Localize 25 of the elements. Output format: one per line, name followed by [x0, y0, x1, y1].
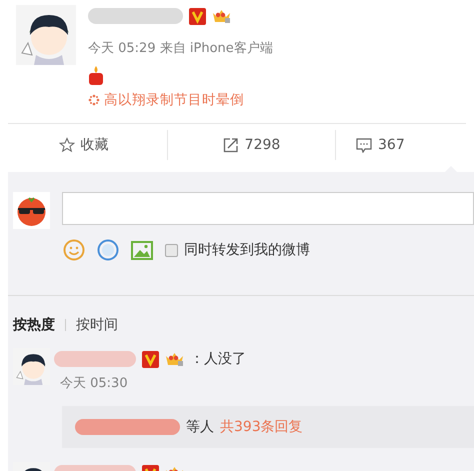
- star-icon: [58, 137, 74, 153]
- cartoon-avatar: [16, 5, 76, 65]
- verified-badge-icon: [189, 8, 206, 24]
- repost-button[interactable]: 7298: [222, 137, 280, 153]
- crown-icon: [165, 351, 184, 367]
- favorite-button[interactable]: 收藏: [58, 136, 108, 154]
- sunglasses-fruit-avatar: [13, 192, 50, 229]
- share-checkbox[interactable]: 同时转发到我的微博: [165, 241, 310, 259]
- share-icon: [222, 137, 239, 153]
- reply-text: 等人: [186, 418, 214, 436]
- comment-input[interactable]: [62, 192, 474, 225]
- image-icon[interactable]: [131, 240, 153, 260]
- post-meta: 今天 05:29 来自 iPhone客户端: [88, 40, 273, 57]
- crown-icon: [212, 8, 231, 24]
- gif-icon[interactable]: [97, 239, 119, 261]
- sort-tab[interactable]: 按热度: [13, 316, 55, 334]
- smiley-icon[interactable]: [63, 239, 85, 261]
- comment-button[interactable]: 367: [356, 137, 405, 153]
- comment-time: 今天 05:30: [60, 375, 129, 392]
- verified-badge-icon: [142, 350, 159, 368]
- sort-tab[interactable]: 按时间: [76, 316, 118, 334]
- candle-icon: [88, 65, 104, 85]
- comment-text: ：人没了: [190, 350, 246, 368]
- topic-icon: [88, 94, 100, 106]
- comment-icon: [356, 138, 372, 152]
